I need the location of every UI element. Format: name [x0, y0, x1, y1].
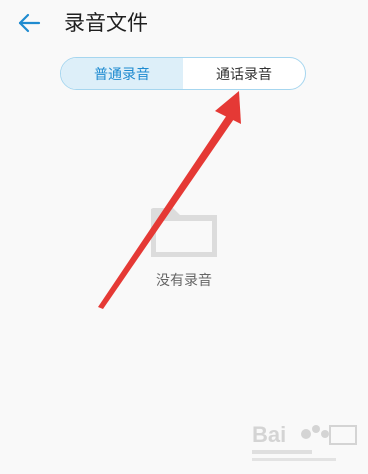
page-title: 录音文件 [64, 11, 148, 35]
arrow-left-icon [18, 13, 41, 33]
folder-icon [151, 208, 217, 257]
app-header: 录音文件 [0, 0, 368, 46]
recording-type-tabs: 普通录音 通话录音 [60, 57, 306, 90]
back-button[interactable] [14, 8, 44, 38]
tab-normal-recordings[interactable]: 普通录音 [61, 58, 183, 89]
svg-text:Bai: Bai [252, 422, 286, 447]
empty-state-text: 没有录音 [156, 273, 212, 289]
tab-call-recordings[interactable]: 通话录音 [183, 58, 305, 89]
baidu-jingyan-watermark: Bai [252, 422, 357, 461]
